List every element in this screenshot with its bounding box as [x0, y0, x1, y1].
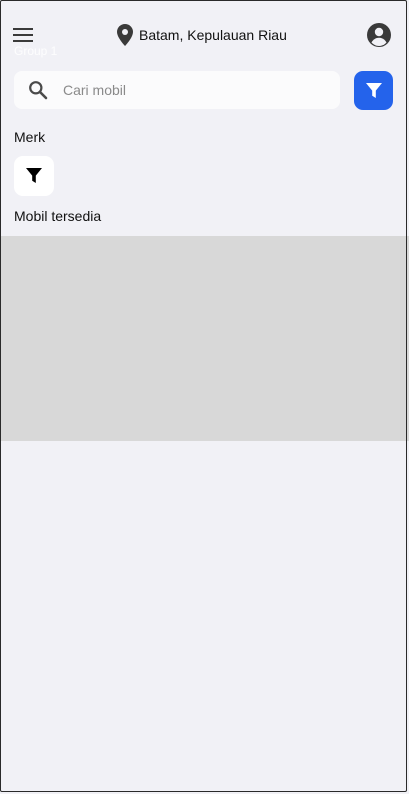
menu-icon	[13, 28, 33, 42]
brand-filter-button[interactable]	[14, 156, 54, 196]
brand-section-title: Merk	[14, 129, 46, 145]
app-header: Batam, Kepulauan Riau Group 1	[0, 0, 409, 70]
filter-icon	[26, 168, 42, 183]
available-cars-placeholder	[0, 236, 409, 441]
available-cars-title: Mobil tersedia	[14, 208, 102, 224]
map-pin-icon	[117, 24, 133, 46]
profile-button[interactable]	[366, 22, 392, 48]
location-selector[interactable]: Batam, Kepulauan Riau	[117, 24, 287, 46]
menu-button[interactable]	[12, 24, 34, 46]
filter-button[interactable]	[354, 71, 393, 110]
filter-icon	[365, 82, 382, 98]
search-bar[interactable]	[14, 71, 340, 109]
search-input[interactable]	[63, 82, 303, 98]
overlay-text: Group 1	[14, 44, 58, 58]
account-circle-icon	[367, 23, 391, 47]
location-label: Batam, Kepulauan Riau	[139, 27, 287, 43]
search-icon	[29, 81, 48, 100]
